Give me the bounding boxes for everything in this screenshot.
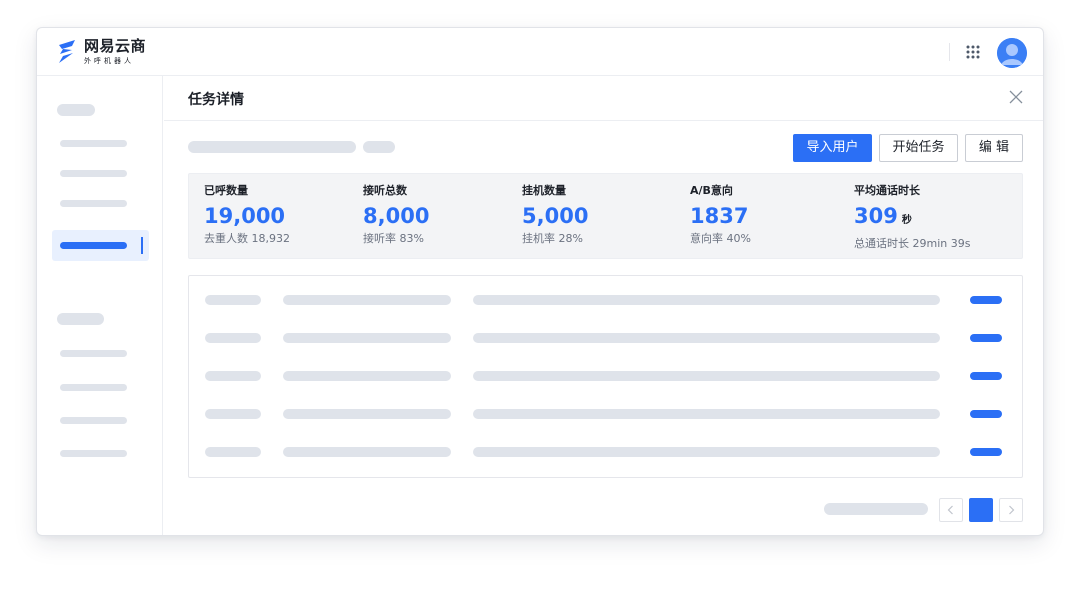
- sidebar: [37, 76, 163, 535]
- table-cell-skeleton: [283, 447, 451, 457]
- import-users-button[interactable]: 导入用户: [793, 134, 872, 162]
- task-tag-skeleton: [363, 141, 395, 153]
- table-cell-skeleton: [205, 371, 261, 381]
- sidebar-item-skeleton[interactable]: [60, 170, 127, 177]
- logo-text: 网易云商 外呼机器人: [84, 38, 146, 66]
- top-bar: 网易云商 外呼机器人: [37, 28, 1043, 76]
- row-action-button[interactable]: [970, 448, 1002, 456]
- table-cell-skeleton: [205, 333, 261, 343]
- table-row[interactable]: [189, 447, 1022, 457]
- stat-label: 接听总数: [363, 184, 407, 197]
- table-cell-skeleton: [283, 371, 451, 381]
- user-table: [188, 275, 1023, 478]
- stat-label: 挂机数量: [522, 184, 566, 197]
- table-cell-skeleton: [205, 409, 261, 419]
- pagination-total-skeleton: [824, 503, 928, 515]
- app-window: 网易云商 外呼机器人 任务详情 导入用户 开始任务 编 辑 已呼数量 19,00…: [36, 27, 1044, 536]
- stat-sub: 去重人数 18,932: [204, 232, 290, 245]
- stat-sub: 意向率 40%: [690, 232, 751, 245]
- table-cell-skeleton: [473, 409, 940, 419]
- edit-button[interactable]: 编 辑: [965, 134, 1023, 162]
- sidebar-item-skeleton[interactable]: [60, 417, 127, 424]
- table-row[interactable]: [189, 409, 1022, 419]
- row-action-button[interactable]: [970, 372, 1002, 380]
- stat-avg-duration: 平均通话时长 309 秒 总通话时长 29min 39s: [854, 184, 970, 251]
- start-task-button[interactable]: 开始任务: [879, 134, 958, 162]
- stat-value: 5,000: [522, 204, 589, 228]
- sidebar-item-active-skeleton: [60, 242, 127, 249]
- stat-called: 已呼数量 19,000 去重人数 18,932: [204, 184, 290, 246]
- next-page-button[interactable]: [999, 498, 1023, 522]
- task-name-skeleton: [188, 141, 356, 153]
- chevron-right-icon: [1009, 505, 1015, 515]
- stat-value: 1837: [690, 204, 749, 228]
- app-title: 网易云商: [84, 37, 147, 55]
- stat-intent: A/B意向 1837 意向率 40%: [690, 184, 751, 246]
- sidebar-active-indicator: [141, 237, 143, 254]
- stat-sub: 接听率 83%: [363, 232, 424, 245]
- stat-label: A/B意向: [690, 184, 733, 197]
- stat-label: 平均通话时长: [854, 184, 920, 197]
- row-action-button[interactable]: [970, 296, 1002, 304]
- stat-answered: 接听总数 8,000 接听率 83%: [363, 184, 429, 246]
- app-logo[interactable]: 网易云商 外呼机器人: [56, 38, 146, 66]
- stat-value: 19,000: [204, 204, 286, 228]
- sidebar-item-skeleton[interactable]: [60, 384, 127, 391]
- table-row[interactable]: [189, 371, 1022, 381]
- chevron-left-icon: [947, 505, 953, 515]
- sidebar-item-skeleton[interactable]: [60, 350, 127, 357]
- table-row[interactable]: [189, 295, 1022, 305]
- sidebar-group-skeleton: [57, 313, 104, 325]
- table-cell-skeleton: [473, 371, 940, 381]
- table-cell-skeleton: [283, 333, 451, 343]
- table-cell-skeleton: [473, 333, 940, 343]
- user-avatar-icon: [997, 38, 1027, 68]
- panel-title: 任务详情: [188, 92, 244, 108]
- prev-page-button[interactable]: [939, 498, 963, 522]
- table-cell-skeleton: [473, 447, 940, 457]
- stat-label: 已呼数量: [204, 184, 248, 197]
- stat-hangup: 挂机数量 5,000 挂机率 28%: [522, 184, 588, 246]
- stats-summary: 已呼数量 19,000 去重人数 18,932 接听总数 8,000 接听率 8…: [188, 173, 1023, 259]
- table-cell-skeleton: [205, 447, 261, 457]
- sidebar-item-skeleton[interactable]: [60, 200, 127, 207]
- row-action-button[interactable]: [970, 334, 1002, 342]
- table-cell-skeleton: [473, 295, 940, 305]
- task-detail-panel: 任务详情 导入用户 开始任务 编 辑 已呼数量 19,000 去重人数 18,9…: [164, 76, 1043, 535]
- sidebar-item-skeleton[interactable]: [60, 450, 127, 457]
- stat-sub: 总通话时长 29min 39s: [854, 237, 971, 250]
- sidebar-item-skeleton[interactable]: [60, 140, 127, 147]
- close-icon[interactable]: [1008, 89, 1024, 105]
- apps-grid-icon[interactable]: [965, 44, 981, 60]
- panel-divider: [164, 120, 1043, 121]
- stat-sub: 挂机率 28%: [522, 232, 583, 245]
- table-cell-skeleton: [283, 295, 451, 305]
- brand-logo-icon: [59, 40, 75, 63]
- stat-value: 309 秒: [854, 203, 970, 234]
- stat-value: 8,000: [363, 204, 430, 228]
- topbar-divider: [949, 43, 950, 61]
- app-subtitle: 外呼机器人: [84, 57, 134, 65]
- stat-unit: 秒: [901, 215, 912, 226]
- stat-value-number: 309: [854, 204, 898, 228]
- user-avatar[interactable]: [997, 38, 1027, 68]
- table-cell-skeleton: [205, 295, 261, 305]
- page-button-current[interactable]: [969, 498, 993, 522]
- row-action-button[interactable]: [970, 410, 1002, 418]
- table-cell-skeleton: [283, 409, 451, 419]
- table-row[interactable]: [189, 333, 1022, 343]
- sidebar-group-skeleton: [57, 104, 95, 116]
- sidebar-item-active[interactable]: [52, 230, 149, 261]
